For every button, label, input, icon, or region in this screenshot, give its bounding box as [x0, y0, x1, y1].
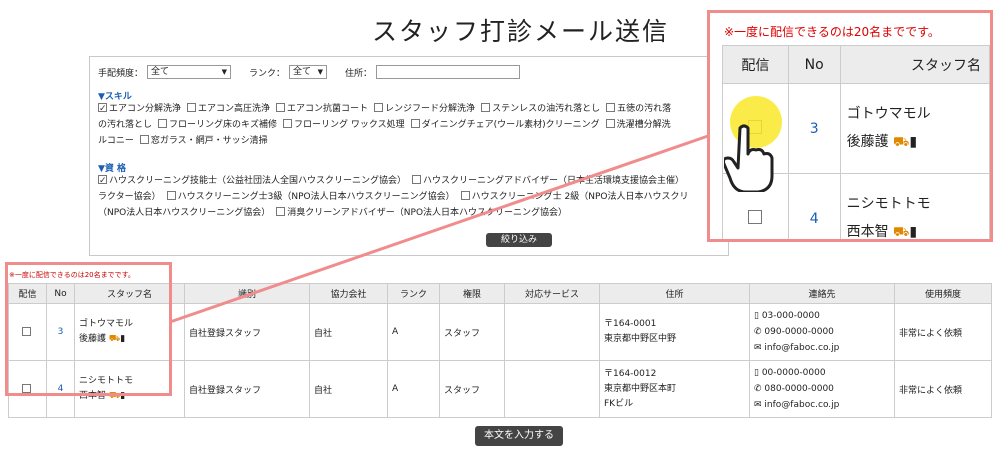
zoom-delivery-checkbox[interactable] [748, 209, 763, 224]
zoom-header-staff-name: スタッフ名 [839, 45, 990, 84]
zoom-name-kana: ゴトウマモル [846, 106, 931, 122]
zoom-notice: ※一度に配信できるのは20名までです。 [724, 25, 940, 39]
vehicle-icon: ⛟ [893, 135, 910, 150]
vehicle-icon: ⛟ [893, 225, 910, 240]
pointer-hand-icon [724, 124, 774, 192]
zoom-header-no: No [787, 45, 841, 84]
zoom-name: 後藤護 [846, 134, 889, 150]
zoom-header-delivery: 配信 [722, 45, 789, 84]
zoom-staff-no[interactable]: 3 [810, 121, 819, 137]
zoom-staff-no[interactable]: 4 [810, 211, 819, 227]
book-icon: ▮ [909, 224, 918, 240]
zoom-name-kana: ニシモトトモ [846, 196, 931, 212]
zoom-name: 西本智 [846, 224, 889, 240]
book-icon: ▮ [909, 134, 918, 150]
